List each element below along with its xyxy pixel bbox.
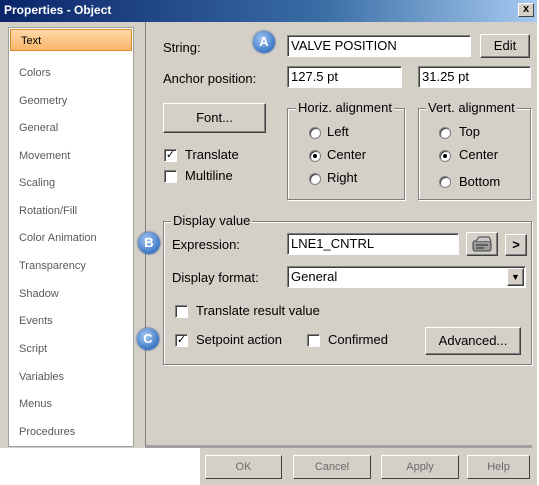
sidebar-item-text[interactable]: Text: [10, 29, 132, 51]
horiz-left-label: Left: [327, 124, 349, 139]
horiz-center-label: Center: [327, 147, 367, 162]
multiline-label: Multiline: [185, 168, 233, 183]
sidebar-item-rotation-fill[interactable]: Rotation/Fill: [9, 200, 133, 222]
expression-label: Expression:: [172, 237, 240, 252]
translate-result-label: Translate result value: [196, 303, 320, 318]
expression-more-button[interactable]: >: [505, 234, 527, 256]
advanced-button[interactable]: Advanced...: [425, 327, 521, 355]
vert-bottom-radio[interactable]: [439, 176, 451, 188]
callout-b-badge: B: [138, 232, 160, 254]
vert-bottom-label: Bottom: [459, 174, 501, 189]
panel-divider: [145, 445, 532, 448]
display-format-label: Display format:: [172, 270, 259, 285]
vert-center-label: Center: [459, 147, 499, 162]
sidebar-item-script[interactable]: Script: [9, 338, 133, 360]
horizontal-alignment-title: Horiz. alignment: [296, 100, 394, 115]
font-button[interactable]: Font...: [163, 103, 266, 133]
help-button[interactable]: Help: [467, 455, 530, 479]
anchor-position-label: Anchor position:: [163, 71, 257, 86]
title-bar: Properties - Object x: [0, 0, 537, 22]
expression-browse-button[interactable]: [466, 232, 498, 256]
horiz-center-radio[interactable]: [309, 150, 321, 162]
callout-c-badge: C: [137, 328, 159, 350]
sidebar-item-geometry[interactable]: Geometry: [9, 90, 133, 112]
anchor-x-input[interactable]: 127.5 pt: [287, 66, 402, 88]
sidebar-item-events[interactable]: Events: [9, 310, 133, 332]
confirmed-label: Confirmed: [328, 332, 388, 347]
edit-button[interactable]: Edit: [480, 34, 530, 58]
vertical-alignment-title: Vert. alignment: [426, 100, 517, 115]
horiz-right-label: Right: [327, 170, 358, 185]
chevron-down-icon[interactable]: ▼: [507, 268, 524, 286]
sidebar-item-procedures[interactable]: Procedures: [9, 421, 133, 443]
vert-center-radio[interactable]: [439, 150, 451, 162]
cancel-button[interactable]: Cancel: [293, 455, 371, 479]
ok-button[interactable]: OK: [205, 455, 282, 479]
sidebar-item-movement[interactable]: Movement: [9, 145, 133, 167]
vert-top-radio[interactable]: [439, 127, 451, 139]
translate-checkbox[interactable]: ✓: [164, 149, 177, 162]
sidebar-item-scaling[interactable]: Scaling: [9, 172, 133, 194]
display-format-select[interactable]: General: [287, 266, 526, 288]
multiline-checkbox[interactable]: [164, 170, 177, 183]
confirmed-checkbox[interactable]: [307, 334, 320, 347]
string-input[interactable]: VALVE POSITION: [287, 35, 471, 57]
sidebar-item-general[interactable]: General: [9, 117, 133, 139]
property-category-list: Text Colors Geometry General Movement Sc…: [8, 27, 134, 447]
expression-input[interactable]: LNE1_CNTRL: [287, 233, 459, 255]
setpoint-action-label: Setpoint action: [196, 332, 283, 347]
sidebar-item-transparency[interactable]: Transparency: [9, 255, 133, 277]
sidebar-item-shadow[interactable]: Shadow: [9, 283, 133, 305]
horiz-left-radio[interactable]: [309, 127, 321, 139]
apply-button[interactable]: Apply: [381, 455, 459, 479]
translate-result-checkbox[interactable]: [175, 305, 188, 318]
properties-window: Properties - Object x Text Colors Geomet…: [0, 0, 537, 485]
sidebar-item-colors[interactable]: Colors: [9, 62, 133, 84]
sidebar-item-variables[interactable]: Variables: [9, 366, 133, 388]
anchor-y-input[interactable]: 31.25 pt: [418, 66, 531, 88]
horiz-right-radio[interactable]: [309, 173, 321, 185]
sidebar-item-color-animation[interactable]: Color Animation: [9, 227, 133, 249]
tag-browser-icon: [472, 236, 492, 252]
translate-label: Translate: [185, 147, 239, 162]
sidebar-item-menus[interactable]: Menus: [9, 393, 133, 415]
close-button[interactable]: x: [518, 3, 534, 17]
callout-a-badge: A: [253, 31, 275, 53]
vert-top-label: Top: [459, 124, 480, 139]
window-title: Properties - Object: [4, 3, 112, 17]
footer-left-strip: [0, 448, 200, 485]
display-format-value: General: [291, 269, 338, 284]
display-value-title: Display value: [171, 213, 253, 228]
string-label: String:: [163, 40, 201, 55]
setpoint-action-checkbox[interactable]: ✓: [175, 334, 188, 347]
